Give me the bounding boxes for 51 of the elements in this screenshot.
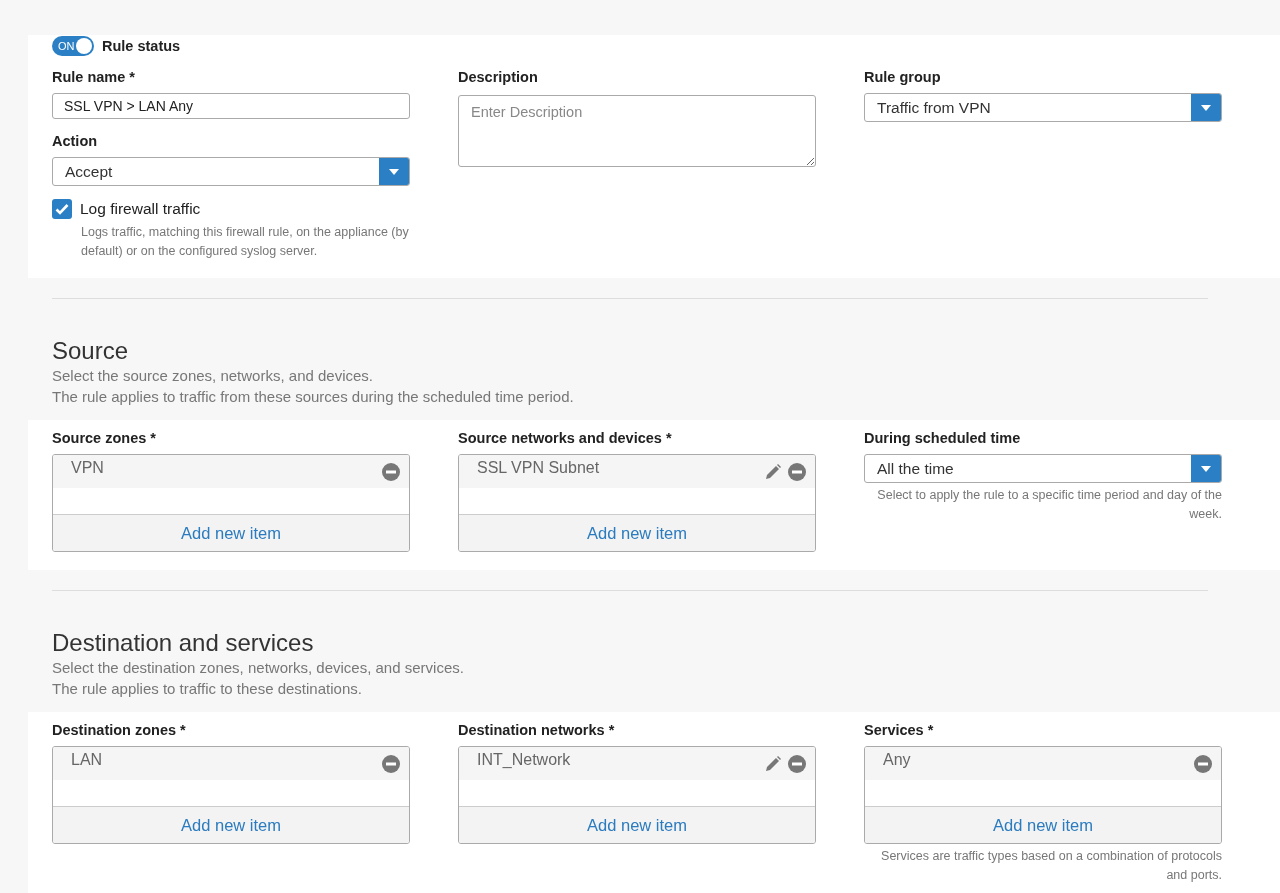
list-item[interactable]: VPN: [53, 455, 409, 488]
checkbox[interactable]: [52, 199, 72, 219]
remove-icon[interactable]: [382, 755, 400, 773]
remove-icon[interactable]: [788, 463, 806, 481]
remove-icon[interactable]: [382, 463, 400, 481]
field-label: Source zones *: [52, 430, 157, 446]
field-label: During scheduled time: [864, 430, 1022, 446]
remove-icon[interactable]: [1194, 755, 1212, 773]
field-label: Description: [458, 69, 539, 85]
field-label: Destination zones *: [52, 722, 187, 738]
field-label: Rule name *: [52, 69, 136, 85]
list-item[interactable]: INT_Network: [459, 747, 815, 780]
rule-group-dropdown[interactable]: Traffic from VPN: [864, 93, 1222, 122]
add-item-button[interactable]: Add new item: [53, 514, 409, 551]
action-dropdown[interactable]: Accept: [52, 157, 410, 186]
section-title: Source: [52, 337, 130, 365]
field-label: Source networks and devices *: [458, 430, 673, 446]
rule-status-toggle[interactable]: ON: [52, 36, 94, 56]
dropdown-button[interactable]: [379, 158, 409, 185]
schedule-dropdown[interactable]: All the time: [864, 454, 1222, 483]
field-label: Services *: [864, 722, 935, 738]
section-description: The rule applies to traffic from these sources during the scheduled time period.: [52, 387, 575, 407]
remove-icon[interactable]: [788, 755, 806, 773]
section-description: Select the source zones, networks, and devices.: [52, 366, 374, 386]
description-field[interactable]: Enter Description: [458, 95, 816, 167]
toggle-label: Rule status: [102, 38, 181, 54]
help-text: Select to apply the rule to a specific time period and day of the week.: [876, 487, 1222, 523]
list-item[interactable]: SSL VPN Subnet: [459, 455, 815, 488]
pencil-icon[interactable]: [764, 755, 782, 773]
caret-icon: [389, 168, 399, 175]
section-title: Destination and services: [52, 629, 315, 657]
dropdown-button[interactable]: [1191, 94, 1221, 121]
pencil-icon[interactable]: [764, 463, 782, 481]
list-item[interactable]: LAN: [53, 747, 409, 780]
add-item-button[interactable]: Add new item: [53, 806, 409, 843]
section-description: The rule applies to traffic to these destinations.: [52, 679, 363, 699]
help-text: Logs traffic, matching this firewall rule, on the appliance (by default) or on the configured syslog server.: [81, 224, 410, 260]
add-item-button[interactable]: Add new item: [459, 806, 815, 843]
rule-name-field[interactable]: SSL VPN > LAN Any: [52, 93, 410, 119]
caret-icon: [1201, 104, 1211, 111]
checkbox-label: Log firewall traffic: [80, 200, 201, 218]
add-item-button[interactable]: Add new item: [459, 514, 815, 551]
help-text: Services are traffic types based on a combination of protocols and ports.: [880, 848, 1222, 884]
field-label: Rule group: [864, 69, 942, 85]
field-label: Action: [52, 133, 99, 149]
dropdown-button[interactable]: [1191, 455, 1221, 482]
section-description: Select the destination zones, networks, devices, and services.: [52, 658, 465, 678]
field-label: Destination networks *: [458, 722, 616, 738]
add-item-button[interactable]: Add new item: [865, 806, 1221, 843]
list-item[interactable]: Any: [865, 747, 1221, 780]
caret-icon: [1201, 465, 1211, 472]
